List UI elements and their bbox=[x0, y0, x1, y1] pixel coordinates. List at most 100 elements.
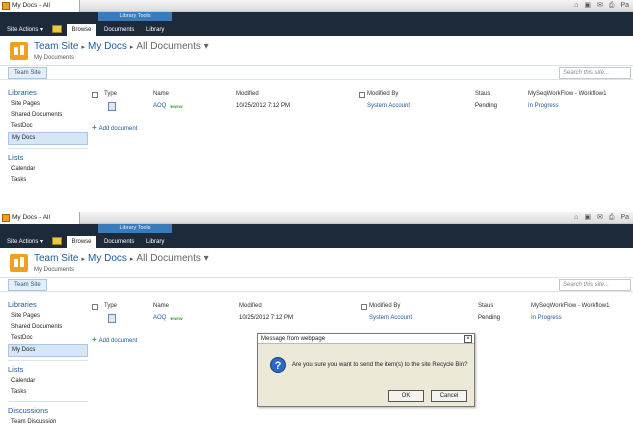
sidebar-item-tasks[interactable]: Tasks bbox=[8, 387, 88, 398]
top-nav: Team Site Search this site... bbox=[0, 66, 633, 80]
add-document-label: Add document bbox=[98, 126, 138, 132]
tab-browse[interactable]: Browse bbox=[67, 24, 96, 36]
home-icon[interactable]: ⌂ bbox=[574, 1, 578, 11]
column-modified[interactable]: Modified bbox=[239, 303, 262, 309]
mail-icon[interactable]: ✉ bbox=[597, 213, 603, 223]
quick-launch-libraries[interactable]: Libraries bbox=[8, 88, 88, 97]
sidebar-item-site-pages[interactable]: Site Pages bbox=[8, 311, 88, 322]
page-menu[interactable]: Pa bbox=[620, 1, 629, 11]
page-subtitle: My Documents bbox=[34, 267, 75, 273]
modified-by-link[interactable]: System Account bbox=[367, 103, 410, 109]
tab-library[interactable]: Library bbox=[146, 237, 164, 247]
quick-launch: Libraries Site Pages Shared Documents Te… bbox=[8, 296, 88, 428]
page-menu[interactable]: Pa bbox=[620, 213, 629, 223]
modified-by-filter-checkbox[interactable] bbox=[359, 92, 365, 98]
breadcrumb-my-docs[interactable]: My Docs bbox=[88, 41, 127, 52]
quick-launch-lists[interactable]: Lists bbox=[8, 153, 88, 162]
browser-toolbar: ⌂ ▣ ✉ ⎙ Pa bbox=[574, 213, 629, 223]
site-actions-menu[interactable]: Site Actions ▾ bbox=[7, 25, 43, 35]
close-icon[interactable]: × bbox=[464, 335, 472, 343]
document-list: Type Name Modified Modified By Staus MyS… bbox=[92, 89, 632, 114]
quick-launch-lists[interactable]: Lists bbox=[8, 365, 88, 374]
column-status[interactable]: Staus bbox=[475, 91, 490, 97]
workflow-status-link[interactable]: In Progress bbox=[531, 315, 562, 321]
search-input[interactable]: Search this site... bbox=[559, 279, 631, 291]
print-icon[interactable]: ⎙ bbox=[609, 213, 615, 223]
status-value: Pending bbox=[475, 103, 498, 109]
site-actions-menu[interactable]: Site Actions ▾ bbox=[7, 237, 43, 247]
nav-team-site[interactable]: Team Site bbox=[8, 279, 47, 291]
column-modified[interactable]: Modified bbox=[236, 91, 259, 97]
nav-team-site[interactable]: Team Site bbox=[8, 67, 47, 79]
modified-by-filter-checkbox[interactable] bbox=[361, 304, 367, 310]
sidebar-item-site-pages[interactable]: Site Pages bbox=[8, 99, 88, 110]
page-subtitle: My Documents bbox=[34, 55, 75, 61]
ok-button[interactable]: OK bbox=[388, 390, 424, 402]
table-row[interactable]: AOQ ✳NEW 10/25/2012 7:12 PM System Accou… bbox=[92, 313, 632, 326]
tab-documents[interactable]: Documents bbox=[104, 25, 134, 35]
mail-icon[interactable]: ✉ bbox=[597, 1, 603, 11]
dialog-message: Are you sure you want to send the item(s… bbox=[292, 362, 468, 368]
quick-launch-libraries[interactable]: Libraries bbox=[8, 300, 88, 309]
quick-launch-discussions[interactable]: Discussions bbox=[8, 406, 88, 415]
breadcrumb-my-docs[interactable]: My Docs bbox=[88, 253, 127, 264]
tab-documents[interactable]: Documents bbox=[104, 237, 134, 247]
column-modified-by[interactable]: Modified By bbox=[367, 91, 398, 97]
sidebar-item-my-docs[interactable]: My Docs bbox=[8, 344, 88, 357]
search-input[interactable]: Search this site... bbox=[559, 67, 631, 79]
view-selector[interactable]: All Documents ▾ bbox=[136, 41, 208, 52]
page-header: Team Site ▸ My Docs ▸ All Documents ▾ My Doc… bbox=[0, 248, 633, 278]
browser-tab[interactable]: My Docs - All Documents bbox=[0, 0, 80, 21]
column-type[interactable]: Type bbox=[104, 303, 117, 309]
sidebar-item-team-discussion[interactable]: Team Discussion bbox=[8, 417, 88, 428]
column-modified-by[interactable]: Modified By bbox=[369, 303, 400, 309]
sidebar-item-tasks[interactable]: Tasks bbox=[8, 175, 88, 186]
modified-by-link[interactable]: System Account bbox=[369, 315, 412, 321]
column-name[interactable]: Name bbox=[153, 91, 169, 97]
select-all-checkbox[interactable] bbox=[92, 92, 98, 98]
sidebar-item-shared-documents[interactable]: Shared Documents bbox=[8, 110, 88, 121]
tab-library[interactable]: Library bbox=[146, 25, 164, 35]
home-icon[interactable]: ⌂ bbox=[574, 213, 578, 223]
column-status[interactable]: Staus bbox=[478, 303, 493, 309]
column-workflow[interactable]: MySeqWorkFlow - Workflow1 bbox=[528, 91, 606, 97]
plus-icon: + bbox=[92, 123, 97, 132]
view-selector[interactable]: All Documents ▾ bbox=[136, 253, 208, 264]
sidebar-item-testdoc[interactable]: TestDoc bbox=[8, 121, 88, 132]
column-type[interactable]: Type bbox=[104, 91, 117, 97]
add-document-link[interactable]: + Add document bbox=[92, 335, 137, 344]
document-icon[interactable] bbox=[108, 102, 116, 111]
team-site-logo-icon bbox=[10, 254, 28, 272]
sidebar-item-testdoc[interactable]: TestDoc bbox=[8, 333, 88, 344]
feeds-icon[interactable]: ▣ bbox=[584, 1, 591, 11]
breadcrumb-team-site[interactable]: Team Site bbox=[34, 253, 78, 264]
library-tools-label: Library Tools bbox=[98, 224, 172, 233]
dialog-titlebar[interactable]: Message from webpage × bbox=[258, 334, 474, 344]
breadcrumb-team-site[interactable]: Team Site bbox=[34, 41, 78, 52]
column-workflow[interactable]: MySeqWorkFlow - Workflow1 bbox=[531, 303, 609, 309]
team-site-logo-icon bbox=[10, 42, 28, 60]
sidebar-item-calendar[interactable]: Calendar bbox=[8, 164, 88, 175]
select-all-checkbox[interactable] bbox=[92, 304, 98, 310]
sidebar-item-my-docs[interactable]: My Docs bbox=[8, 132, 88, 145]
browser-tab[interactable]: My Docs - All Documents bbox=[0, 212, 80, 233]
document-name-link[interactable]: AOQ bbox=[153, 315, 166, 321]
workflow-status-link[interactable]: In Progress bbox=[528, 103, 559, 109]
sidebar-item-calendar[interactable]: Calendar bbox=[8, 376, 88, 387]
divider bbox=[0, 200, 633, 212]
document-icon[interactable] bbox=[108, 314, 116, 323]
print-icon[interactable]: ⎙ bbox=[609, 1, 615, 11]
feeds-icon[interactable]: ▣ bbox=[584, 213, 591, 223]
confirm-dialog: Message from webpage × ? Are you sure yo… bbox=[257, 333, 475, 407]
table-row[interactable]: AOQ ✳NEW 10/25/2012 7:12 PM System Accou… bbox=[92, 101, 632, 114]
folder-icon[interactable] bbox=[52, 25, 62, 33]
sidebar-item-shared-documents[interactable]: Shared Documents bbox=[8, 322, 88, 333]
document-name-link[interactable]: AOQ bbox=[153, 103, 166, 109]
cancel-button[interactable]: Cancel bbox=[431, 390, 467, 402]
folder-icon[interactable] bbox=[52, 237, 62, 245]
add-document-link[interactable]: + Add document bbox=[92, 123, 137, 132]
column-name[interactable]: Name bbox=[153, 303, 169, 309]
new-badge: ✳NEW bbox=[170, 316, 183, 321]
breadcrumb-separator: ▸ bbox=[81, 256, 85, 263]
tab-browse[interactable]: Browse bbox=[67, 236, 96, 248]
